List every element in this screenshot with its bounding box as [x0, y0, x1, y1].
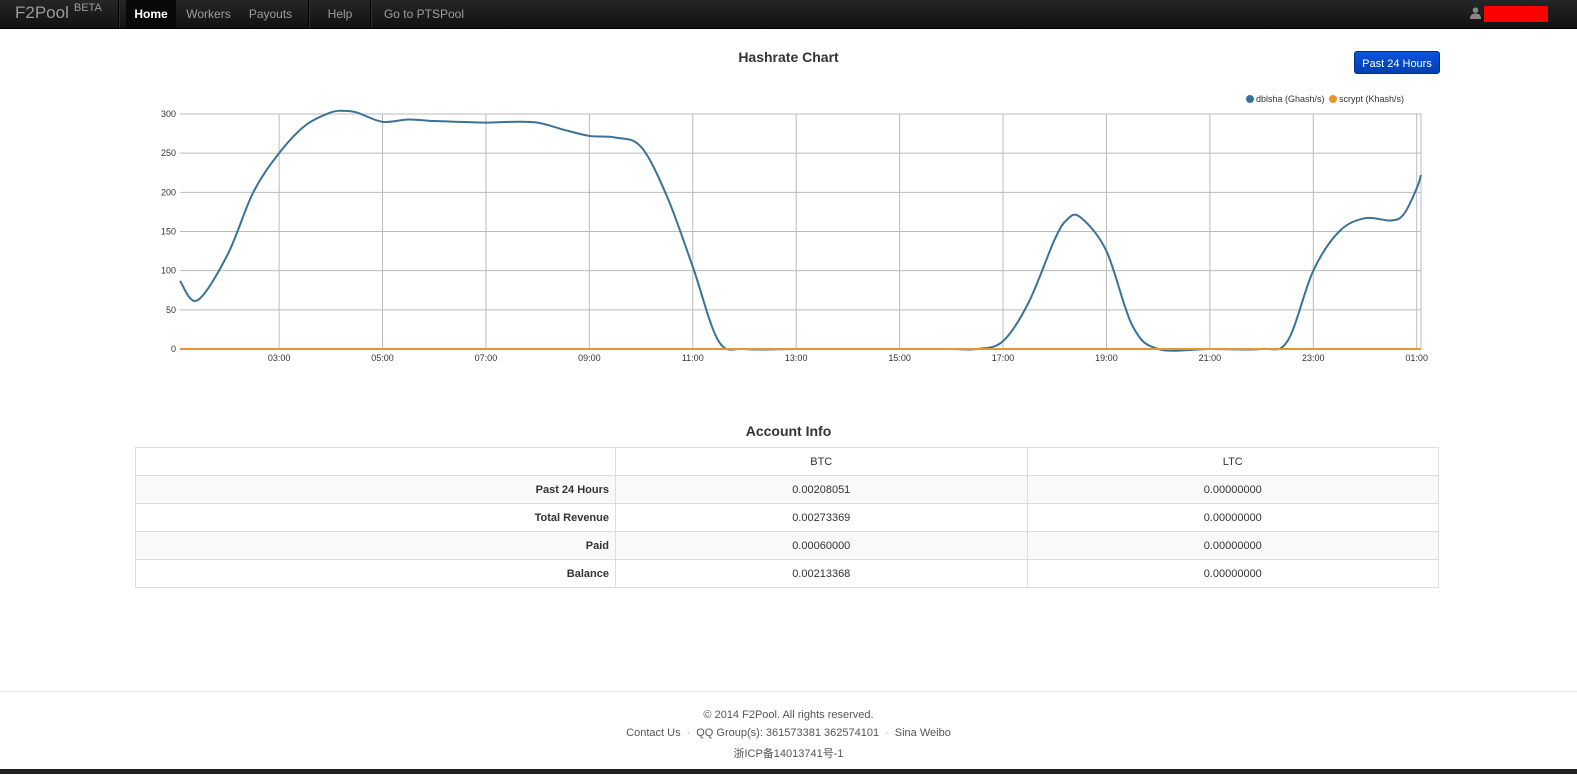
ltc-value: 0.00000000 [1026, 559, 1439, 588]
y-tick-label: 0 [171, 344, 176, 354]
y-tick-label: 200 [161, 187, 176, 197]
chart-legend[interactable]: dblsha (Ghash/s) scrypt (Khash/s) [1246, 94, 1404, 104]
x-tick-label: 03:00 [268, 353, 291, 363]
sina-weibo-link[interactable]: Sina Weibo [895, 727, 951, 739]
btc-value: 0.00208051 [615, 475, 1027, 504]
row-label: Total Revenue [135, 503, 616, 532]
x-tick-label: 23:00 [1302, 353, 1325, 363]
nav-item-payouts[interactable]: Payouts [243, 0, 298, 28]
username-redacted[interactable] [1484, 6, 1548, 22]
qq-groups-text: QQ Group(s): 361573381 362574101 [696, 727, 880, 739]
icp-license: 浙ICP备14013741号-1 [733, 748, 844, 760]
ltc-value: 0.00000000 [1026, 531, 1439, 560]
navbar: F2Pool BETA Home Workers Payouts Help Go … [0, 0, 1577, 29]
nav-item-home[interactable]: Home [126, 0, 176, 28]
series-line-0 [179, 109, 1422, 352]
x-tick-label: 15:00 [888, 353, 911, 363]
chart-title: Hashrate Chart [738, 49, 839, 65]
y-tick-label: 250 [161, 148, 176, 158]
x-tick-label: 07:00 [475, 353, 498, 363]
footer: © 2014 F2Pool. All rights reserved. Cont… [0, 691, 1577, 775]
nav-divider [308, 0, 309, 28]
chart-grid [180, 113, 1422, 350]
separator-dot: · [686, 727, 691, 739]
y-axis: 0 50 100 150 200 250 300 [161, 109, 176, 354]
ltc-value: 0.00000000 [1026, 475, 1439, 504]
btc-value: 0.00273369 [615, 503, 1027, 532]
ltc-value: 0.00000000 [1026, 503, 1439, 532]
table-row: Past 24 Hours 0.00208051 0.00000000 [135, 475, 1439, 504]
hashrate-chart: 0 50 100 150 200 250 300 03:00 05:00 07:00 09:00 1… [161, 94, 1428, 363]
legend-entry: dblsha (Ghash/s) [1256, 94, 1325, 104]
brand-logo[interactable]: F2Pool BETA [15, 2, 102, 23]
legend-marker [1246, 95, 1254, 103]
column-header-ltc: LTC [1026, 447, 1439, 476]
user-icon[interactable] [1470, 7, 1481, 19]
table-row: Balance 0.00213368 0.00000000 [135, 559, 1439, 588]
column-header-btc: BTC [615, 447, 1027, 476]
copyright-text: © 2014 F2Pool. All rights reserved. [703, 709, 874, 721]
row-label: Paid [135, 531, 616, 560]
btc-value: 0.00060000 [615, 531, 1027, 560]
table-header-row: BTC LTC [135, 447, 1439, 476]
table-row: Paid 0.00060000 0.00000000 [135, 531, 1439, 560]
y-tick-label: 100 [161, 266, 176, 276]
beta-badge: BETA [73, 2, 102, 14]
row-label: Past 24 Hours [135, 475, 616, 504]
window-bottom-edge [0, 769, 1577, 774]
legend-entry: scrypt (Khash/s) [1339, 94, 1404, 104]
table-row: Total Revenue 0.00273369 0.00000000 [135, 503, 1439, 532]
y-tick-label: 300 [161, 109, 176, 119]
contact-us-link[interactable]: Contact Us [626, 727, 680, 739]
row-label: Balance [135, 559, 616, 588]
x-tick-label: 01:00 [1405, 353, 1428, 363]
time-range-button[interactable]: Past 24 Hours [1354, 51, 1440, 74]
x-tick-label: 17:00 [992, 353, 1015, 363]
x-tick-label: 19:00 [1095, 353, 1118, 363]
x-tick-label: 21:00 [1199, 353, 1222, 363]
nav-divider [370, 0, 371, 28]
y-tick-label: 150 [161, 227, 176, 237]
brand-name: F2Pool [15, 3, 69, 22]
btc-value: 0.00213368 [615, 559, 1027, 588]
account-info-table: BTC LTC Past 24 Hours 0.00208051 0.00000… [135, 447, 1439, 588]
account-info-title: Account Info [745, 423, 832, 439]
y-tick-label: 50 [166, 305, 176, 315]
nav-item-help[interactable]: Help [320, 0, 360, 28]
x-axis: 03:00 05:00 07:00 09:00 11:00 13:00 15:00 17:00… [268, 353, 1428, 363]
column-header [135, 447, 616, 476]
nav-divider [118, 0, 119, 28]
x-tick-label: 13:00 [785, 353, 808, 363]
chart-series [179, 109, 1422, 352]
x-tick-label: 11:00 [682, 353, 704, 363]
footer-links: Contact Us · QQ Group(s): 361573381 362574… [0, 727, 1577, 739]
x-tick-label: 09:00 [578, 353, 601, 363]
legend-marker [1329, 95, 1337, 103]
nav-item-workers[interactable]: Workers [181, 0, 236, 28]
separator-dot: · [885, 727, 889, 739]
nav-item-ptspool[interactable]: Go to PTSPool [382, 0, 466, 28]
x-tick-label: 05:00 [371, 353, 394, 363]
